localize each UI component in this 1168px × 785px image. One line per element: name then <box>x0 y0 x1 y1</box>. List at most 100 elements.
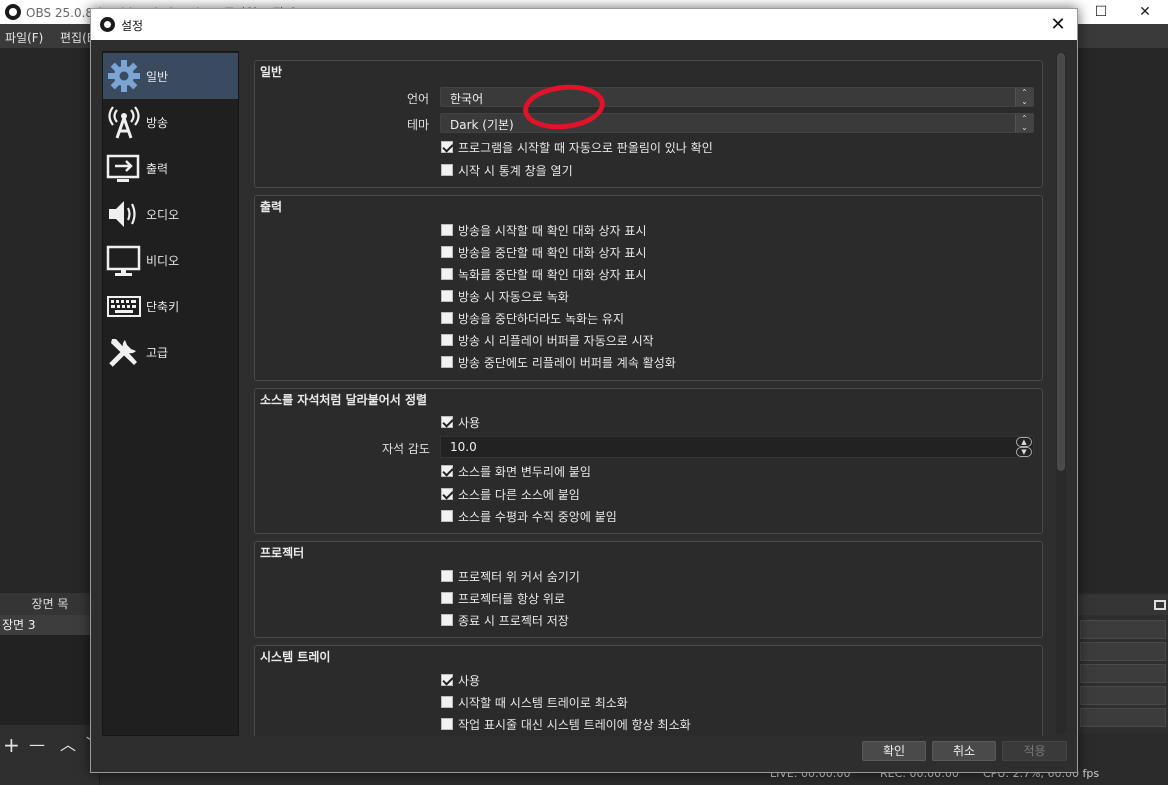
group-title: 출력 <box>260 200 283 214</box>
check-label: 사용 <box>458 674 481 688</box>
check-label: 방송을 시작할 때 확인 대화 상자 표시 <box>458 224 647 238</box>
controls-dock <box>1078 593 1168 733</box>
general-group: 일반 언어 한국어 ⌃ ⌄ 테마 Dark (기본) ⌃ ⌄ 프로그램을 시작할 때… <box>254 60 1043 188</box>
check-label: 시작 시 통계 창을 열기 <box>458 164 573 178</box>
checkbox[interactable] <box>441 510 453 522</box>
theme-label: 테마 <box>407 118 430 132</box>
check-label: 프로젝터 위 커서 숨기기 <box>458 570 580 584</box>
spin-buttons[interactable]: ▲ ▼ <box>1015 437 1033 457</box>
checkbox[interactable] <box>441 614 453 626</box>
checkbox[interactable] <box>441 246 453 258</box>
check-label: 시작할 때 시스템 트레이로 최소화 <box>458 696 628 710</box>
dock-control-button[interactable] <box>1080 664 1166 683</box>
sidebar-item-video[interactable]: 비디오 <box>103 237 238 283</box>
language-select[interactable]: 한국어 ⌃ ⌄ <box>440 87 1034 107</box>
dock-control-button[interactable] <box>1080 708 1166 727</box>
sidebar-item-label: 단축키 <box>146 300 180 314</box>
dock-control-button[interactable] <box>1080 642 1166 661</box>
broadcast-antenna-icon <box>108 106 140 139</box>
language-label: 언어 <box>407 92 430 106</box>
settings-scrollbar[interactable] <box>1056 53 1066 733</box>
chevron-down-icon[interactable]: ▼ <box>1016 447 1032 457</box>
check-label: 녹화를 중단할 때 확인 대화 상자 표시 <box>458 268 647 282</box>
sidebar-item-audio[interactable]: 오디오 <box>103 191 238 237</box>
sidebar-item-advanced[interactable]: 고급 <box>103 329 238 375</box>
ok-button[interactable]: 확인 <box>862 741 926 761</box>
keyboard-icon <box>107 296 141 317</box>
snap-sensitivity-label: 자석 감도 <box>382 442 430 456</box>
checkbox[interactable] <box>441 488 453 500</box>
checkbox[interactable] <box>441 416 453 428</box>
sidebar-item-label: 오디오 <box>146 208 180 222</box>
sidebar-item-label: 일반 <box>146 70 169 84</box>
check-label: 소스를 수평과 수직 중앙에 붙임 <box>458 510 617 524</box>
check-label: 작업 표시줄 대신 시스템 트레이에 항상 최소화 <box>458 718 691 732</box>
systray-group: 시스템 트레이 사용 시작할 때 시스템 트레이로 최소화 작업 표시줄 대신 … <box>254 645 1043 736</box>
close-main-button[interactable]: ✕ <box>1122 0 1168 24</box>
cancel-button[interactable]: 취소 <box>932 741 996 761</box>
output-monitor-icon <box>106 154 140 182</box>
speaker-icon <box>109 201 136 227</box>
scenes-dock: 장면 목 장면 3 + — ︿ ﹀ <box>0 593 102 785</box>
checkbox[interactable] <box>441 141 453 153</box>
move-scene-up-button[interactable]: ︿ <box>60 733 76 757</box>
checkbox[interactable] <box>441 356 453 368</box>
dialog-close-button[interactable]: ✕ <box>1043 12 1073 38</box>
monitor-icon <box>106 245 141 276</box>
check-label: 사용 <box>458 416 481 430</box>
sidebar-item-label: 고급 <box>146 346 169 360</box>
scenes-dock-title: 장면 목 <box>0 593 100 615</box>
check-label: 소스를 화면 변두리에 붙임 <box>458 465 591 479</box>
scene-list: 장면 3 <box>0 615 100 725</box>
remove-scene-button[interactable]: — <box>29 733 45 757</box>
sidebar-item-stream[interactable]: 방송 <box>103 99 238 145</box>
check-label: 프로그램을 시작할 때 자동으로 판올림이 있나 확인 <box>458 141 713 155</box>
checkbox[interactable] <box>441 696 453 708</box>
checkbox[interactable] <box>441 164 453 176</box>
checkbox[interactable] <box>441 570 453 582</box>
add-scene-button[interactable]: + <box>3 733 20 757</box>
group-title: 일반 <box>260 65 283 79</box>
sidebar-item-hotkeys[interactable]: 단축키 <box>103 283 238 329</box>
check-label: 종료 시 프로젝터 저장 <box>458 614 569 628</box>
group-title: 시스템 트레이 <box>260 650 331 664</box>
theme-select[interactable]: Dark (기본) ⌃ ⌄ <box>440 113 1034 133</box>
chevron-up-icon[interactable]: ▲ <box>1016 437 1032 447</box>
sidebar-item-general[interactable]: 일반 <box>103 53 238 99</box>
maximize-button[interactable]: ☐ <box>1078 0 1124 24</box>
checkbox[interactable] <box>441 334 453 346</box>
checkbox[interactable] <box>441 465 453 477</box>
checkbox[interactable] <box>441 268 453 280</box>
sidebar-item-output[interactable]: 출력 <box>103 145 238 191</box>
check-label: 방송을 중단할 때 확인 대화 상자 표시 <box>458 246 647 260</box>
snapping-group: 소스를 자석처럼 달라붙어서 정렬 사용 자석 감도 10.0 ▲ ▼ 소스를 화… <box>254 388 1043 534</box>
settings-content[interactable]: 일반 언어 한국어 ⌃ ⌄ 테마 Dark (기본) ⌃ ⌄ 프로그램을 시작할 때… <box>251 51 1051 736</box>
group-title: 프로젝터 <box>260 546 305 560</box>
menu-file[interactable]: 파일(F) <box>5 29 43 46</box>
checkbox[interactable] <box>441 224 453 236</box>
snap-sensitivity-spinbox[interactable]: 10.0 ▲ ▼ <box>440 436 1034 458</box>
check-label: 소스를 다른 소스에 붙임 <box>458 488 580 502</box>
checkbox[interactable] <box>441 674 453 686</box>
apply-button[interactable]: 적용 <box>1002 741 1067 761</box>
checkbox[interactable] <box>441 290 453 302</box>
dialog-titlebar: 설정 ✕ <box>91 9 1077 40</box>
checkbox[interactable] <box>441 312 453 324</box>
output-group: 출력 방송을 시작할 때 확인 대화 상자 표시 방송을 중단할 때 확인 대화… <box>254 195 1043 381</box>
chevron-updown-icon: ⌃ ⌄ <box>1015 114 1033 132</box>
float-dock-icon[interactable] <box>1154 600 1166 610</box>
checkbox[interactable] <box>441 592 453 604</box>
check-label: 프로젝터를 항상 위로 <box>458 592 565 606</box>
dock-control-button[interactable] <box>1080 620 1166 639</box>
settings-sidebar: 일반 방송 출력 오디오 비디오 단축키 고급 <box>102 51 239 736</box>
checkbox[interactable] <box>441 718 453 730</box>
dock-control-button[interactable] <box>1080 686 1166 705</box>
snap-sensitivity-value: 10.0 <box>450 440 477 454</box>
check-label: 방송 중단에도 리플레이 버퍼를 계속 활성화 <box>458 356 676 370</box>
check-label: 방송 시 자동으로 녹화 <box>458 290 569 304</box>
sidebar-item-label: 비디오 <box>146 254 180 268</box>
scene-item[interactable]: 장면 3 <box>0 615 100 635</box>
scrollbar-thumb[interactable] <box>1057 53 1065 471</box>
settings-dialog: 설정 ✕ 일반 방송 출력 오디오 비디오 단축키 고급 일반 언어 한국어 ⌃… <box>90 8 1078 773</box>
gear-icon <box>108 60 140 92</box>
